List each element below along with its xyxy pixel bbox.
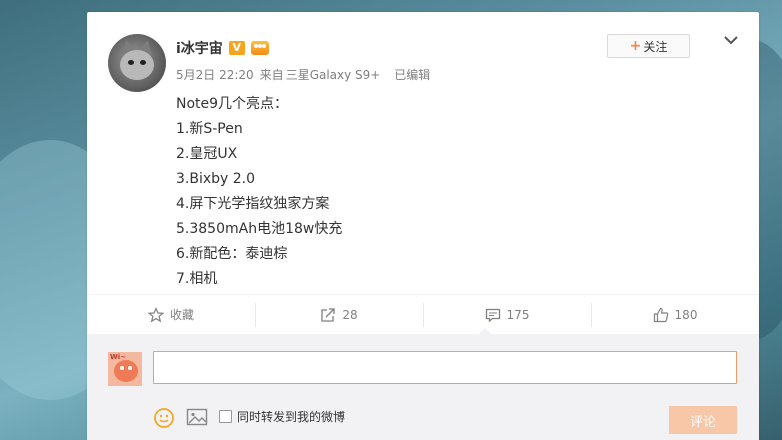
post-content-line: 4.屏下光学指纹独家方案 xyxy=(176,196,330,212)
emoji-icon[interactable] xyxy=(153,407,175,433)
post-meta: 5月2日 22:20 来自 三星Galaxy S9+ 已编辑 xyxy=(176,66,436,83)
star-icon xyxy=(147,306,164,322)
repost-icon xyxy=(321,307,336,322)
member-icon[interactable] xyxy=(250,41,269,55)
weibo-post-card: i冰宇宙 V 5月2日 22:20 来自 三星Galaxy S9+ 已编辑 + 关注… xyxy=(87,12,759,440)
post-content-line: 5.3850mAh电池18w快充 xyxy=(176,221,343,237)
avatar-eye xyxy=(140,60,146,65)
favorite-button[interactable]: 收藏 xyxy=(87,295,255,334)
follow-label: 关注 xyxy=(643,39,668,54)
post-content-line: Note9几个亮点： xyxy=(176,96,289,112)
post-author: i冰宇宙 V xyxy=(176,38,269,58)
post-content-line: 3.Bixby 2.0 xyxy=(176,171,256,187)
favorite-label: 收藏 xyxy=(169,308,194,322)
like-icon xyxy=(653,307,668,322)
post-content-line: 1.新S-Pen xyxy=(176,121,243,137)
comment-input[interactable] xyxy=(153,351,737,384)
comment-button[interactable]: 175 xyxy=(423,295,591,334)
edited-label[interactable]: 已编辑 xyxy=(394,68,430,82)
post-date[interactable]: 5月2日 22:20 xyxy=(176,68,254,82)
plus-icon: + xyxy=(629,38,642,54)
post-content-line: 7.相机 xyxy=(176,271,218,287)
avatar-face xyxy=(120,50,154,80)
post-actions-bar: 收藏 28 175 180 xyxy=(87,294,759,334)
post-content-line: 2.皇冠UX xyxy=(176,146,238,162)
verified-icon[interactable]: V xyxy=(228,41,245,55)
repost-checkbox-label: 同时转发到我的微博 xyxy=(237,410,346,424)
follow-button[interactable]: + 关注 xyxy=(607,34,690,58)
post-content-line: 6.新配色：泰迪棕 xyxy=(176,246,288,262)
like-button[interactable]: 180 xyxy=(591,295,759,334)
comment-count: 175 xyxy=(506,307,530,322)
pointer-triangle xyxy=(479,328,491,334)
repost-checkbox[interactable] xyxy=(219,410,232,423)
my-avatar[interactable]: Wi~ xyxy=(108,352,142,386)
comment-compose-area: Wi~ 同时转发到我的微博 评论 xyxy=(87,328,759,440)
avatar-eye xyxy=(128,60,134,65)
chevron-down-icon[interactable] xyxy=(721,32,741,48)
post-source[interactable]: 三星Galaxy S9+ xyxy=(286,68,381,82)
repost-checkbox-row[interactable]: 同时转发到我的微博 xyxy=(219,408,345,425)
image-icon[interactable] xyxy=(186,407,208,431)
source-prefix: 来自 xyxy=(259,68,284,82)
post-content: Note9几个亮点： 1.新S-Pen 2.皇冠UX 3.Bixby 2.0 4.屏下光… xyxy=(176,92,342,292)
like-count: 180 xyxy=(674,307,698,322)
repost-button[interactable]: 28 xyxy=(255,295,423,334)
username-link[interactable]: i冰宇宙 xyxy=(176,38,223,58)
user-avatar[interactable] xyxy=(108,34,166,92)
comment-icon xyxy=(485,308,500,322)
repost-count: 28 xyxy=(342,307,358,322)
submit-comment-button[interactable]: 评论 xyxy=(669,406,737,434)
